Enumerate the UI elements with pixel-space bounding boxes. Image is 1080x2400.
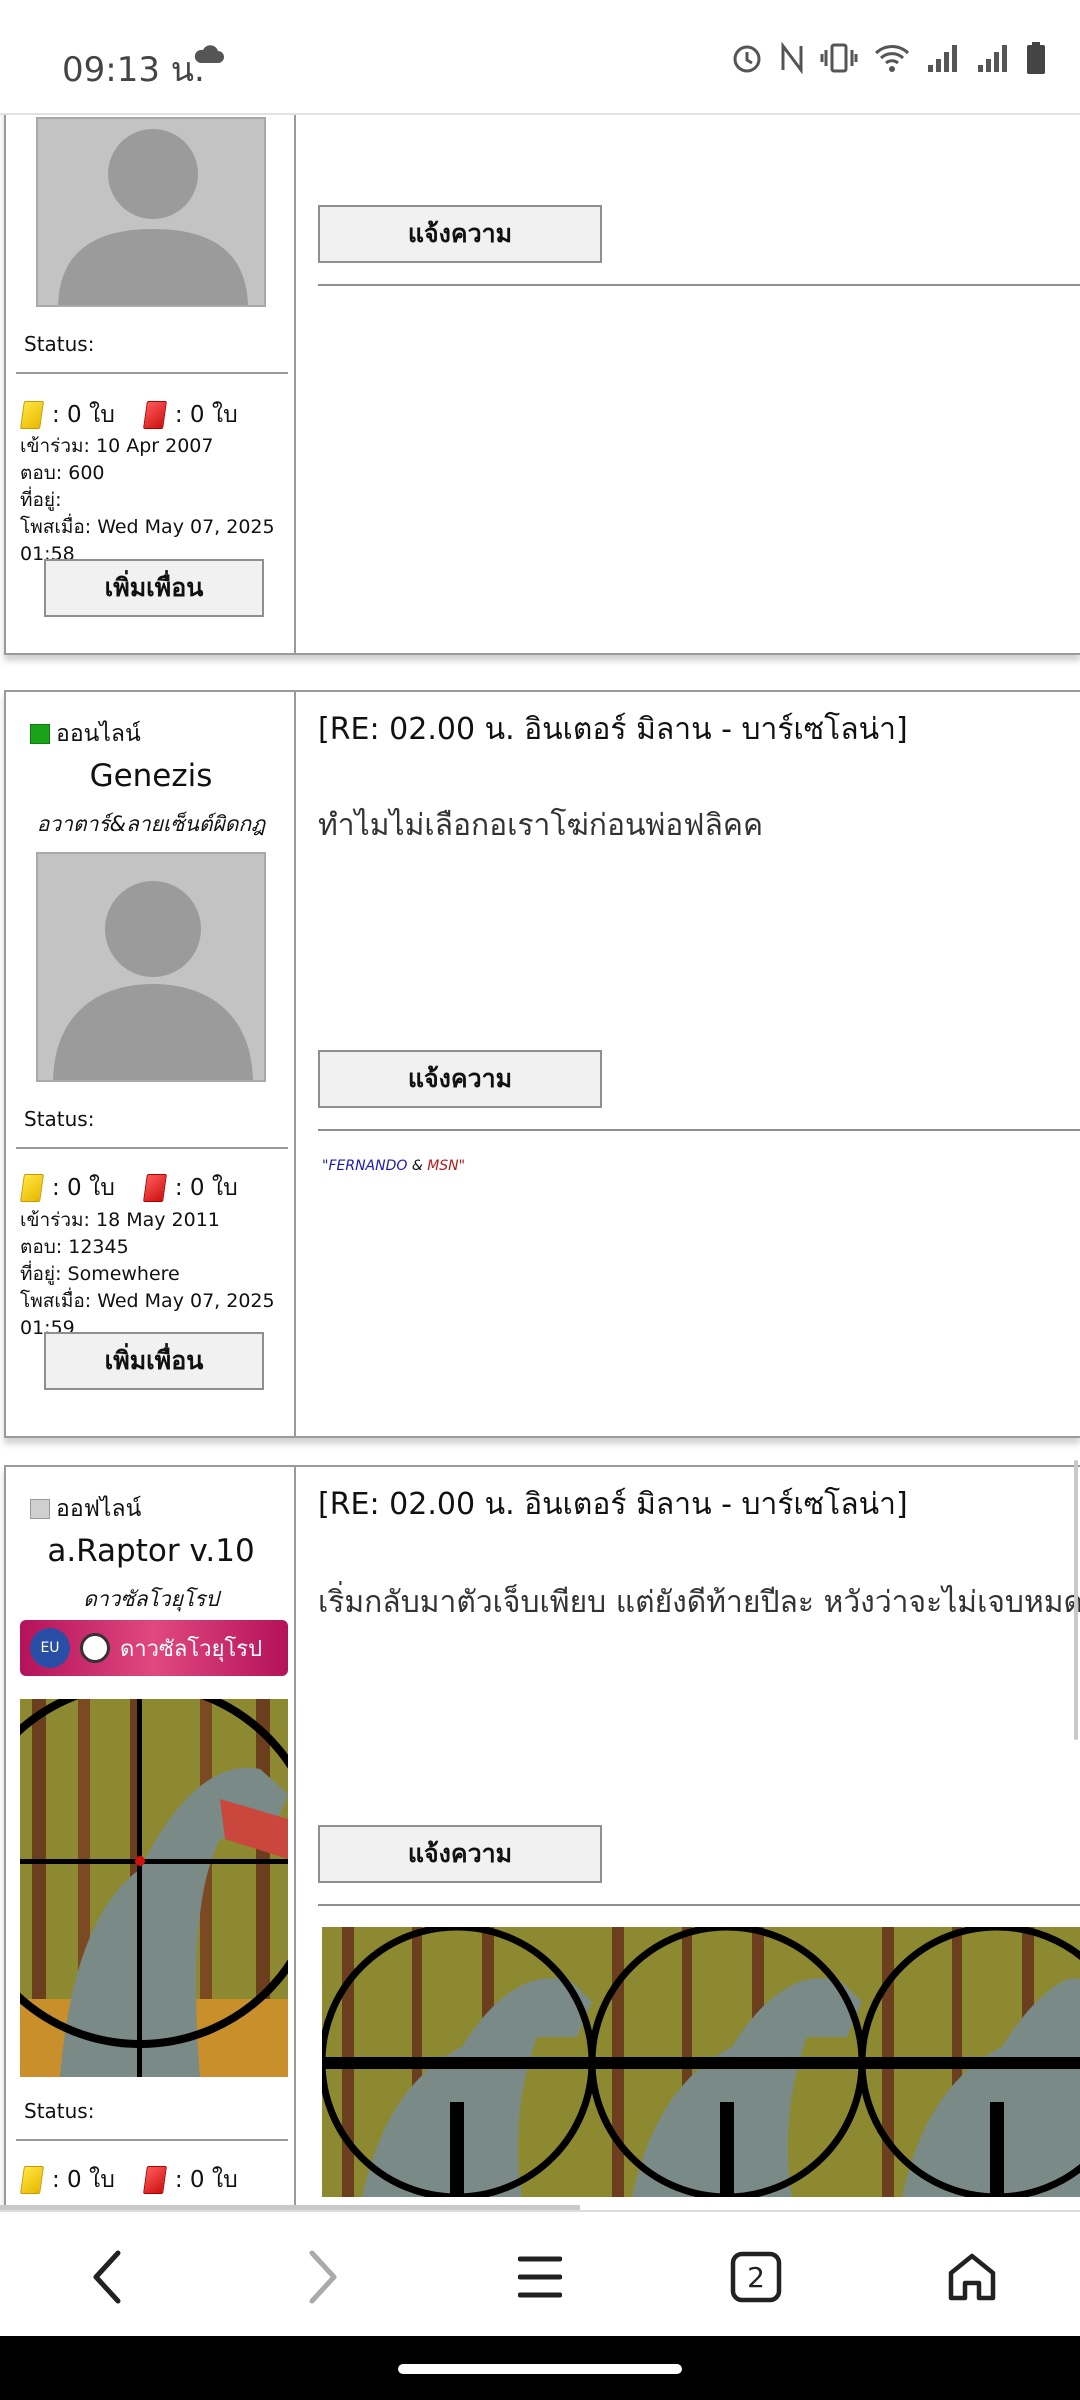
post-subject: [RE: 02.00 น. อินเตอร์ มิลาน - บาร์เซโลน… bbox=[318, 1487, 908, 1522]
add-friend-button[interactable]: เพิ่มเพื่อน bbox=[44, 1332, 264, 1390]
username[interactable]: a.Raptor v.10 bbox=[6, 1533, 296, 1569]
forum-post: ออฟไลน์ a.Raptor v.10 ดาวซัลโวยุโรป EU ด… bbox=[4, 1465, 1080, 2210]
reply-count: ตอบ: 12345 bbox=[20, 1236, 129, 1258]
menu-button[interactable] bbox=[500, 2242, 580, 2312]
signal-icon bbox=[928, 45, 957, 72]
cards-count: : 0 ใบ : 0 ใบ bbox=[20, 2162, 238, 2198]
location: ที่อยู่: bbox=[20, 489, 62, 511]
signature-msn: MSN" bbox=[427, 1158, 466, 1174]
red-card-icon bbox=[142, 1174, 167, 1202]
forward-icon bbox=[309, 2250, 337, 2304]
home-button[interactable] bbox=[932, 2242, 1012, 2312]
divider bbox=[16, 372, 288, 374]
clock: 09:13 น. bbox=[62, 50, 205, 90]
alarm-icon bbox=[733, 45, 761, 73]
post-text: ทำไมไม่เลือกอเราโฆ่ก่อนพ่อฟลิคค bbox=[318, 808, 764, 843]
tab-count: 2 bbox=[747, 2260, 765, 2294]
back-icon bbox=[93, 2250, 121, 2304]
forum-post: Status: : 0 ใบ : 0 ใบ เข้าร่วม: 10 Apr 2… bbox=[4, 115, 1080, 655]
join-date: เข้าร่วม: 10 Apr 2007 bbox=[20, 435, 214, 457]
menu-icon bbox=[518, 2256, 562, 2298]
reply-count: ตอบ: 600 bbox=[20, 462, 105, 484]
post-text: เริ่มกลับมาตัวเจ็บเพียบ แต่ยังดีท้ายปีละ… bbox=[318, 1585, 1080, 1620]
offline-indicator-icon bbox=[30, 1499, 50, 1519]
user-title: ดาวซัลโวยุโรป bbox=[83, 1587, 219, 1611]
user-meta: เข้าร่วม: 18 May 2011 ตอบ: 12345 ที่อยู่… bbox=[20, 1207, 294, 1342]
cloud-icon bbox=[194, 45, 224, 63]
rank-banner: EU ดาวซัลโวยุโรป bbox=[20, 1620, 288, 1676]
browser-navbar: 2 bbox=[0, 2210, 1080, 2340]
online-status: ออนไลน์ bbox=[30, 716, 141, 752]
vibrate-icon bbox=[820, 43, 858, 73]
red-card-count: : 0 ใบ bbox=[174, 1175, 238, 1201]
red-card-count: : 0 ใบ bbox=[174, 2167, 238, 2193]
post-author-panel: Status: : 0 ใบ : 0 ใบ เข้าร่วม: 10 Apr 2… bbox=[6, 115, 296, 653]
yellow-card-icon bbox=[20, 2166, 44, 2194]
join-date: เข้าร่วม: 18 May 2011 bbox=[20, 1209, 220, 1231]
post-body: แจ้งความ bbox=[298, 115, 1080, 653]
divider bbox=[318, 284, 1080, 286]
post-author-panel: ออฟไลน์ a.Raptor v.10 ดาวซัลโวยุโรป EU ด… bbox=[6, 1467, 296, 2210]
divider bbox=[318, 1129, 1080, 1131]
forum-post: ออนไลน์ Genezis อวาตาร์&ลายเซ็นต์ผิดกฎ S… bbox=[4, 690, 1080, 1438]
divider bbox=[16, 1147, 288, 1149]
yellow-card-icon bbox=[20, 1174, 44, 1202]
online-label: ออนไลน์ bbox=[56, 721, 141, 747]
status-label: Status: bbox=[24, 1107, 95, 1131]
system-navigation-bar bbox=[0, 2336, 1080, 2400]
football-icon bbox=[80, 1633, 110, 1663]
cards-count: : 0 ใบ : 0 ใบ bbox=[20, 397, 238, 433]
online-status: ออฟไลน์ bbox=[30, 1491, 141, 1527]
cards-count: : 0 ใบ : 0 ใบ bbox=[20, 1170, 238, 1206]
signal-icon bbox=[978, 45, 1007, 72]
tabs-button[interactable]: 2 bbox=[716, 2242, 796, 2312]
nfc-icon bbox=[781, 42, 803, 74]
rank-banner-text: ดาวซัลโวยุโรป bbox=[120, 1636, 263, 1662]
username[interactable]: Genezis bbox=[6, 758, 296, 794]
post-body: [RE: 02.00 น. อินเตอร์ มิลาน - บาร์เซโลน… bbox=[298, 1467, 1080, 2210]
yellow-card-count: : 0 ใบ bbox=[52, 1175, 115, 1201]
signature-fernando: "FERNANDO bbox=[322, 1158, 408, 1174]
yellow-card-count: : 0 ใบ bbox=[52, 402, 115, 428]
battery-icon bbox=[1027, 42, 1045, 74]
forum-thread[interactable]: Status: : 0 ใบ : 0 ใบ เข้าร่วม: 10 Apr 2… bbox=[0, 115, 1080, 2210]
home-indicator[interactable] bbox=[398, 2364, 682, 2374]
report-button[interactable]: แจ้งความ bbox=[318, 205, 602, 263]
vertical-scrollbar[interactable] bbox=[1074, 1460, 1078, 1740]
post-body: [RE: 02.00 น. อินเตอร์ มิลาน - บาร์เซโลน… bbox=[298, 692, 1080, 1436]
online-label: ออฟไลน์ bbox=[56, 1496, 142, 1522]
eu-badge: EU bbox=[30, 1628, 70, 1668]
forward-button[interactable] bbox=[282, 2242, 362, 2312]
location: ที่อยู่: Somewhere bbox=[20, 1263, 180, 1285]
yellow-card-icon bbox=[20, 401, 44, 429]
wifi-icon bbox=[874, 45, 910, 72]
post-subject: [RE: 02.00 น. อินเตอร์ มิลาน - บาร์เซโลน… bbox=[318, 712, 908, 747]
back-button[interactable] bbox=[68, 2242, 148, 2312]
red-card-icon bbox=[142, 2166, 167, 2194]
status-label: Status: bbox=[24, 2099, 95, 2123]
avatar bbox=[36, 117, 266, 307]
home-icon bbox=[948, 2253, 996, 2301]
signature-image bbox=[322, 1927, 1080, 2197]
status-label: Status: bbox=[24, 332, 95, 356]
signature: "FERNANDO & MSN" bbox=[322, 1158, 465, 1174]
yellow-card-count: : 0 ใบ bbox=[52, 2167, 115, 2193]
red-card-count: : 0 ใบ bbox=[174, 402, 238, 428]
signature-amp: & bbox=[407, 1158, 428, 1174]
post-author-panel: ออนไลน์ Genezis อวาตาร์&ลายเซ็นต์ผิดกฎ S… bbox=[6, 692, 296, 1436]
raptor-avatar bbox=[20, 1699, 288, 2077]
online-indicator-icon bbox=[30, 724, 50, 744]
divider bbox=[16, 2139, 288, 2141]
status-bar: 09:13 น. bbox=[0, 0, 1080, 115]
user-meta: เข้าร่วม: 10 Apr 2007 ตอบ: 600 ที่อยู่: … bbox=[20, 433, 294, 568]
divider bbox=[318, 1904, 1080, 1906]
red-card-icon bbox=[142, 401, 167, 429]
avatar bbox=[36, 852, 266, 1082]
user-title: อวาตาร์&ลายเซ็นต์ผิดกฎ bbox=[36, 812, 266, 836]
report-button[interactable]: แจ้งความ bbox=[318, 1050, 602, 1108]
report-button[interactable]: แจ้งความ bbox=[318, 1825, 602, 1883]
add-friend-button[interactable]: เพิ่มเพื่อน bbox=[44, 559, 264, 617]
